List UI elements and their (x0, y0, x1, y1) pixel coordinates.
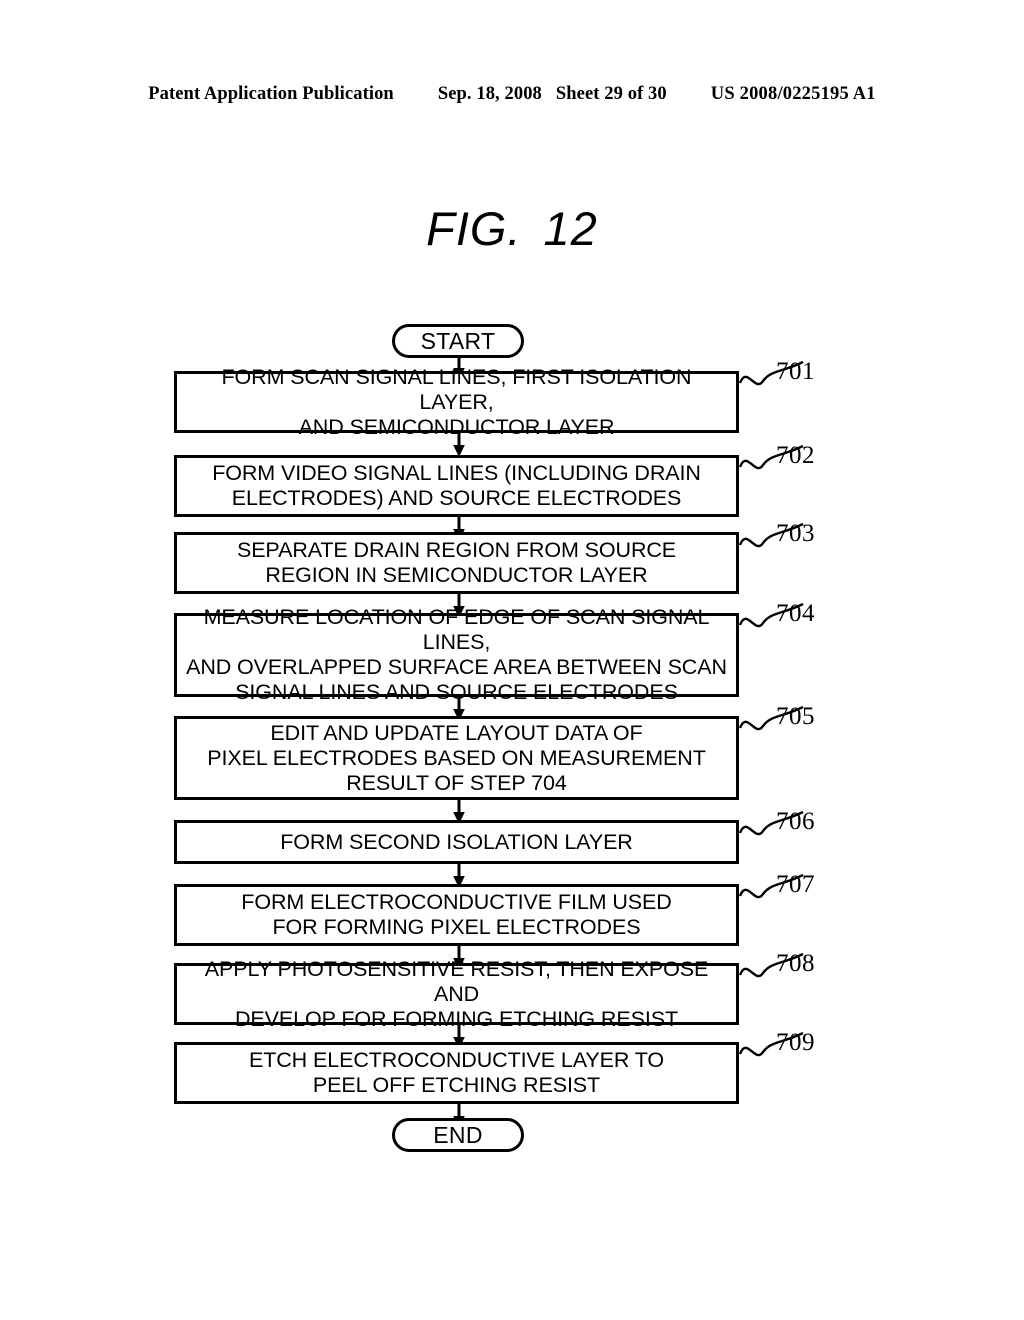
flow-refnum-701: 701 (776, 358, 815, 385)
flow-step-703-text: SEPARATE DRAIN REGION FROM SOURCE REGION… (236, 538, 677, 587)
flow-refnum-708: 708 (776, 950, 815, 977)
flow-step-701: FORM SCAN SIGNAL LINES, FIRST ISOLATION … (174, 365, 739, 439)
flow-step-704: MEASURE LOCATION OF EDGE OF SCAN SIGNAL … (174, 605, 739, 704)
flow-step-708-text: APPLY PHOTOSENSITIVE RESIST, THEN EXPOSE… (204, 956, 709, 1031)
flow-step-706-text: FORM SECOND ISOLATION LAYER (280, 829, 633, 854)
flow-refnum-705: 705 (776, 703, 815, 730)
flowchart-diagram: START FORM SCAN SIGNAL LINES, FIRST ISOL… (0, 0, 1024, 1320)
flow-step-702-text: FORM VIDEO SIGNAL LINES (INCLUDING DRAIN… (212, 461, 701, 510)
flow-step-701-text: FORM SCAN SIGNAL LINES, FIRST ISOLATION … (221, 364, 692, 439)
flow-step-703: SEPARATE DRAIN REGION FROM SOURCE REGION… (174, 532, 739, 594)
flow-step-707: FORM ELECTROCONDUCTIVE FILM USED FOR FOR… (174, 884, 739, 946)
flow-step-709-text: ETCH ELECTROCONDUCTIVE LAYER TO PEEL OFF… (248, 1048, 665, 1097)
flow-refnum-703: 703 (776, 520, 815, 547)
flow-refnum-707: 707 (776, 871, 815, 898)
flow-refnum-704: 704 (776, 600, 815, 627)
flow-terminal-start: START (392, 324, 524, 358)
flow-step-705: EDIT AND UPDATE LAYOUT DATA OF PIXEL ELE… (174, 716, 739, 800)
flow-refnum-702: 702 (776, 442, 815, 469)
flow-step-708: APPLY PHOTOSENSITIVE RESIST, THEN EXPOSE… (174, 957, 739, 1031)
flow-refnum-706: 706 (776, 808, 815, 835)
flow-terminal-start-label: START (420, 327, 496, 354)
flow-refnum-709: 709 (776, 1029, 815, 1056)
flow-step-706: FORM SECOND ISOLATION LAYER (174, 820, 739, 864)
flow-terminal-end-label: END (433, 1121, 483, 1148)
flow-step-709: ETCH ELECTROCONDUCTIVE LAYER TO PEEL OFF… (174, 1042, 739, 1104)
flow-connector-701-702 (453, 433, 465, 457)
flow-step-705-text: EDIT AND UPDATE LAYOUT DATA OF PIXEL ELE… (207, 720, 706, 795)
flow-step-702: FORM VIDEO SIGNAL LINES (INCLUDING DRAIN… (174, 455, 739, 517)
flow-terminal-end: END (392, 1118, 524, 1152)
flow-step-707-text: FORM ELECTROCONDUCTIVE FILM USED FOR FOR… (241, 890, 672, 939)
flow-step-704-text: MEASURE LOCATION OF EDGE OF SCAN SIGNAL … (186, 605, 727, 704)
